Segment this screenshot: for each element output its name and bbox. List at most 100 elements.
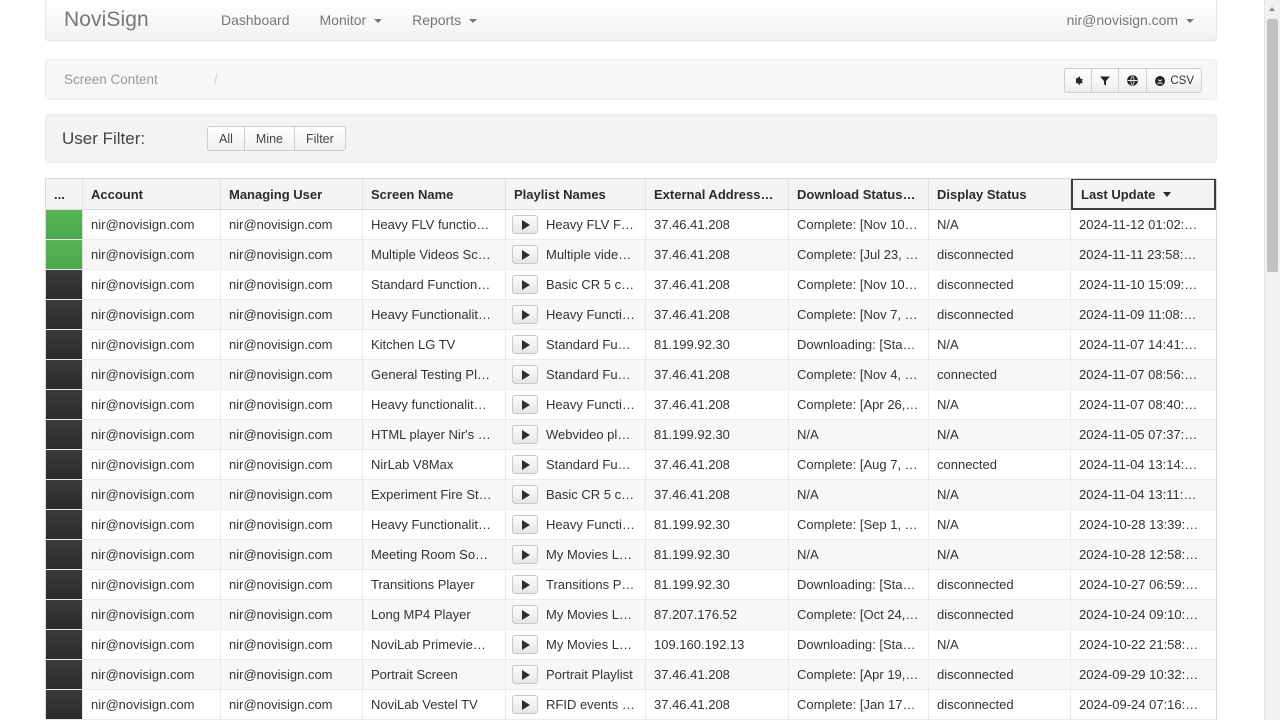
cell-external_address: 37.46.41.208	[646, 690, 789, 719]
cell-playlist_names: My Movies L…	[506, 600, 646, 629]
cell-managing_user-label: nir@novisign.com	[229, 547, 333, 562]
play-icon[interactable]	[512, 365, 538, 384]
column-header-last_update[interactable]: Last Update	[1071, 178, 1216, 210]
table-row[interactable]: nir@novisign.comnir@novisign.comExperime…	[46, 480, 1216, 510]
play-icon[interactable]	[512, 665, 538, 684]
user-filter-option-all[interactable]: All	[207, 126, 244, 151]
column-header-display_status[interactable]: Display Status	[929, 179, 1071, 209]
cell-last_update-label: 2024-11-07 08:40:…	[1079, 397, 1197, 412]
settings-gear-button[interactable]	[1064, 68, 1091, 93]
table-row[interactable]: nir@novisign.comnir@novisign.comHeavy FL…	[46, 210, 1216, 240]
cell-last_update: 2024-11-09 11:08:…	[1071, 300, 1216, 329]
play-icon[interactable]	[512, 395, 538, 414]
cell-download_status-label: Downloading: [Sta…	[797, 337, 916, 352]
column-header-managing_user[interactable]: Managing User	[221, 179, 363, 209]
export-csv-button[interactable]: CSV	[1146, 68, 1202, 93]
table-row[interactable]: nir@novisign.comnir@novisign.comMeeting …	[46, 540, 1216, 570]
nav-item-reports[interactable]: Reports	[397, 0, 492, 40]
table-row[interactable]: nir@novisign.comnir@novisign.comKitchen …	[46, 330, 1216, 360]
table-row[interactable]: nir@novisign.comnir@novisign.comGeneral …	[46, 360, 1216, 390]
table-row[interactable]: nir@novisign.comnir@novisign.comPortrait…	[46, 660, 1216, 690]
cell-account-label: nir@novisign.com	[91, 637, 195, 652]
globe-icon	[1126, 74, 1139, 87]
cell-external_address-label: 81.199.92.30	[654, 337, 730, 352]
cell-display_status: N/A	[929, 420, 1071, 449]
play-icon[interactable]	[512, 275, 538, 294]
cell-display_status: N/A	[929, 630, 1071, 659]
table-row[interactable]: nir@novisign.comnir@novisign.comStandard…	[46, 270, 1216, 300]
play-icon[interactable]	[512, 305, 538, 324]
user-menu[interactable]: nir@novisign.com	[1051, 0, 1210, 40]
cell-display_status: connected	[929, 450, 1071, 479]
status-badge	[46, 690, 82, 719]
column-header-playlist_names[interactable]: Playlist Names	[506, 179, 646, 209]
table-row[interactable]: nir@novisign.comnir@novisign.comHeavy fu…	[46, 390, 1216, 420]
cell-download_status-label: Downloading: [Sta…	[797, 637, 916, 652]
cell-account-label: nir@novisign.com	[91, 337, 195, 352]
cell-display_status: disconnected	[929, 690, 1071, 719]
cell-external_address-label: 37.46.41.208	[654, 457, 730, 472]
cell-display_status: disconnected	[929, 570, 1071, 599]
column-header-external_address[interactable]: External Address…	[646, 179, 789, 209]
nav-item-monitor-label: Monitor	[320, 12, 367, 28]
table-row[interactable]: nir@novisign.comnir@novisign.comHeavy Fu…	[46, 510, 1216, 540]
status-swatch-cell	[46, 630, 83, 659]
cell-playlist_names-label: Webvideo pla…	[546, 427, 637, 442]
table-header-row: ...AccountManaging UserScreen NamePlayli…	[46, 179, 1216, 210]
play-icon[interactable]	[512, 455, 538, 474]
play-icon[interactable]	[512, 605, 538, 624]
filter-funnel-button[interactable]	[1091, 68, 1118, 93]
table-row[interactable]: nir@novisign.comnir@novisign.comMultiple…	[46, 240, 1216, 270]
table-row[interactable]: nir@novisign.comnir@novisign.comNoviLab …	[46, 690, 1216, 720]
status-badge	[46, 660, 82, 689]
play-icon[interactable]	[512, 575, 538, 594]
play-icon[interactable]	[512, 545, 538, 564]
cell-managing_user-label: nir@novisign.com	[229, 637, 333, 652]
cell-managing_user: nir@novisign.com	[221, 450, 363, 479]
column-header-screen_name[interactable]: Screen Name	[363, 179, 506, 209]
nav-item-dashboard-label: Dashboard	[221, 12, 290, 28]
play-icon[interactable]	[512, 515, 538, 534]
play-icon[interactable]	[512, 695, 538, 714]
globe-button[interactable]	[1118, 68, 1146, 93]
column-header-download_status[interactable]: Download Status…	[789, 179, 929, 209]
play-icon[interactable]	[512, 215, 538, 234]
scrollbar-thumb[interactable]	[1267, 19, 1278, 272]
cell-download_status: Complete: [Apr 19,…	[789, 660, 929, 689]
cell-download_status-label: N/A	[797, 487, 819, 502]
column-header-status[interactable]: ...	[46, 179, 83, 209]
page-scrollbar[interactable]	[1264, 0, 1280, 720]
cell-download_status-label: Complete: [Jul 23, …	[797, 247, 918, 262]
cell-managing_user-label: nir@novisign.com	[229, 607, 333, 622]
nav-item-monitor[interactable]: Monitor	[305, 0, 398, 40]
table-row[interactable]: nir@novisign.comnir@novisign.comNirLab V…	[46, 450, 1216, 480]
user-filter-option-mine[interactable]: Mine	[244, 126, 294, 151]
table-row[interactable]: nir@novisign.comnir@novisign.comHTML pla…	[46, 420, 1216, 450]
nav-item-dashboard[interactable]: Dashboard	[206, 0, 305, 40]
cell-account: nir@novisign.com	[83, 480, 221, 509]
status-swatch-cell	[46, 360, 83, 389]
play-icon[interactable]	[512, 425, 538, 444]
cell-playlist_names: Standard Fun…	[506, 360, 646, 389]
cell-screen_name-label: Long MP4 Player	[371, 607, 471, 622]
column-header-account[interactable]: Account	[83, 179, 221, 209]
play-icon[interactable]	[512, 485, 538, 504]
cell-external_address-label: 81.199.92.30	[654, 427, 730, 442]
table-row[interactable]: nir@novisign.comnir@novisign.comHeavy Fu…	[46, 300, 1216, 330]
table-row[interactable]: nir@novisign.comnir@novisign.comLong MP4…	[46, 600, 1216, 630]
table-row[interactable]: nir@novisign.comnir@novisign.comTransiti…	[46, 570, 1216, 600]
cell-display_status-label: N/A	[937, 397, 959, 412]
table-row[interactable]: nir@novisign.comnir@novisign.comNoviLab …	[46, 630, 1216, 660]
play-icon[interactable]	[512, 335, 538, 354]
cell-download_status: Complete: [Oct 24,…	[789, 600, 929, 629]
user-filter-option-filter[interactable]: Filter	[294, 126, 346, 151]
cell-screen_name-label: Transitions Player	[371, 577, 475, 592]
cell-last_update-label: 2024-11-05 07:37:…	[1079, 427, 1197, 442]
play-icon[interactable]	[512, 245, 538, 264]
scroll-up-arrow-icon[interactable]	[1265, 0, 1280, 17]
play-icon[interactable]	[512, 635, 538, 654]
column-header-download_status-label: Download Status…	[797, 187, 915, 202]
cell-account: nir@novisign.com	[83, 360, 221, 389]
brand-logo[interactable]: NoviSign	[64, 0, 149, 40]
cell-account: nir@novisign.com	[83, 540, 221, 569]
